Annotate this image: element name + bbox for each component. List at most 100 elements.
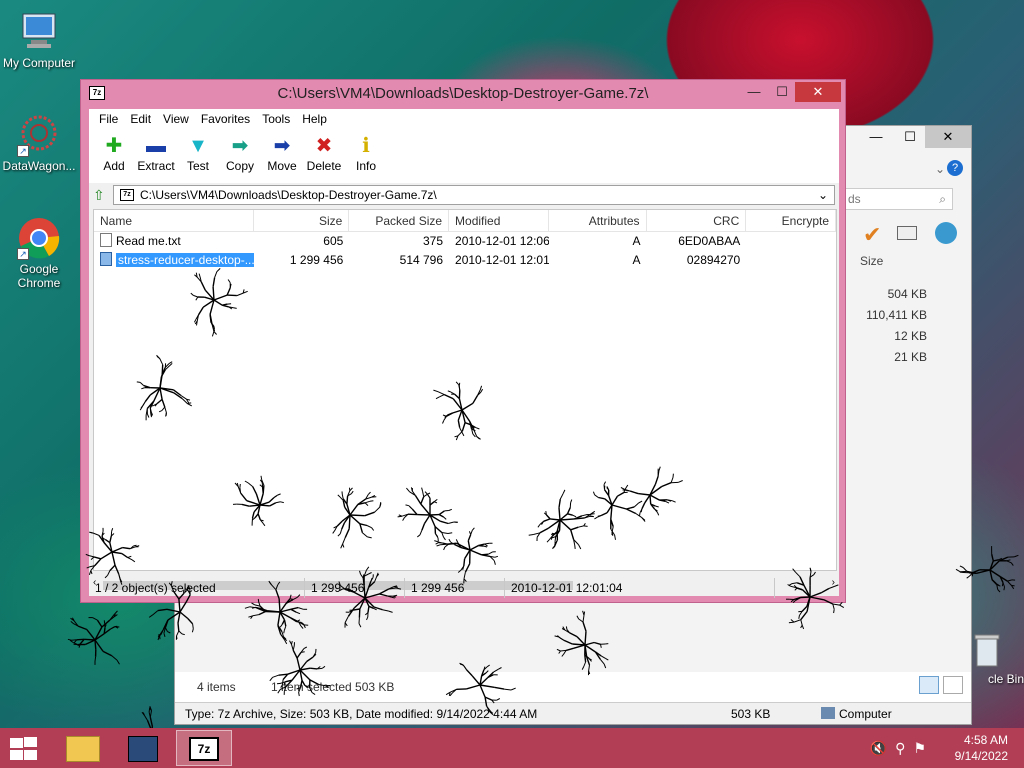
properties-icon[interactable]	[897, 226, 917, 240]
file-attributes: A	[632, 253, 641, 267]
menu-file[interactable]: File	[93, 112, 124, 126]
checkmark-icon[interactable]: ✔	[863, 222, 881, 248]
list-item[interactable]: Read me.txt 605 375 2010-12-01 12:06 A 6…	[94, 232, 836, 251]
close-button[interactable]: ✕	[925, 126, 971, 148]
x-icon: ✖	[315, 135, 333, 157]
chevron-down-icon[interactable]: ⌄	[818, 188, 828, 202]
column-header-name[interactable]: Name	[94, 210, 254, 232]
arrow-right-icon: ➡	[273, 135, 291, 157]
desktop-icon-label: My Computer	[2, 56, 76, 70]
column-header-modified[interactable]: Modified	[449, 210, 549, 232]
size-column: 504 KB 110,411 KB 12 KB 21 KB	[866, 284, 927, 368]
file-crc: 6ED0ABAA	[678, 234, 741, 248]
taskbar-7zip[interactable]: 7z	[176, 730, 232, 766]
info-button[interactable]: ℹ Info	[345, 129, 387, 183]
menu-bar: File Edit View Favorites Tools Help	[89, 109, 839, 129]
extract-label: Extract	[137, 159, 175, 173]
sevenzip-titlebar[interactable]: 7z C:\Users\VM4\Downloads\Desktop-Destro…	[81, 80, 845, 108]
copy-button[interactable]: ➡ Copy	[219, 129, 261, 183]
column-header-encrypted[interactable]: Encrypte	[746, 210, 836, 232]
menu-tools[interactable]: Tools	[256, 112, 296, 126]
menu-edit[interactable]: Edit	[124, 112, 157, 126]
search-box[interactable]: ds ⌕	[843, 188, 953, 210]
file-list[interactable]: Name Size Packed Size Modified Attribute…	[93, 209, 837, 571]
test-label: Test	[186, 159, 209, 173]
sevenzip-icon: 7z	[189, 737, 219, 761]
maximize-button[interactable]: ☐	[769, 82, 795, 102]
check-icon: ▼	[188, 135, 208, 157]
details-view-icon[interactable]	[919, 676, 939, 694]
column-header-attributes[interactable]: Attributes	[549, 210, 647, 232]
close-button[interactable]: ✕	[795, 82, 841, 102]
status-size: 503 KB	[731, 707, 771, 721]
address-path: C:\Users\VM4\Downloads\Desktop-Destroyer…	[140, 188, 437, 202]
desktop-icon-my-computer[interactable]: My Computer	[0, 10, 78, 70]
windows-logo-icon	[10, 738, 23, 748]
desktop-icon-datawagon[interactable]: ↗ DataWagon...	[0, 113, 78, 173]
taskbar-desktop-destroyer[interactable]	[116, 730, 172, 766]
add-button[interactable]: ✚ Add	[93, 129, 135, 183]
column-header-size[interactable]: Size	[860, 254, 883, 268]
column-header-packed-size[interactable]: Packed Size	[349, 210, 450, 232]
clock[interactable]: 4:58 AM 9/14/2022	[955, 732, 1008, 764]
tiles-view-icon[interactable]	[943, 676, 963, 694]
explorer-statusbar: Type: 7z Archive, Size: 503 KB, Date mod…	[175, 702, 971, 724]
file-modified: 2010-12-01 12:01	[455, 253, 549, 267]
copy-label: Copy	[225, 159, 254, 173]
system-tray: 🔇⚲⚑	[870, 740, 934, 757]
taskbar-file-explorer[interactable]	[56, 730, 112, 766]
sevenzip-client: File Edit View Favorites Tools Help ✚ Ad…	[89, 109, 839, 598]
move-button[interactable]: ➡ Move	[261, 129, 303, 183]
search-input: ds	[848, 192, 861, 206]
address-bar: ⇧ 7z C:\Users\VM4\Downloads\Desktop-Dest…	[89, 183, 839, 207]
action-center-icon[interactable]: ⚑	[913, 740, 934, 756]
start-button[interactable]	[8, 736, 38, 760]
executable-file-icon	[100, 252, 112, 266]
menu-help[interactable]: Help	[296, 112, 333, 126]
items-bar: 4 items 1 item selected 503 KB	[175, 672, 971, 702]
menu-favorites[interactable]: Favorites	[195, 112, 256, 126]
desktop-icon-label: DataWagon...	[2, 159, 76, 173]
status-type: Type: 7z Archive, Size: 503 KB, Date mod…	[185, 707, 538, 721]
column-header-crc[interactable]: CRC	[647, 210, 747, 232]
volume-muted-icon[interactable]: 🔇	[870, 740, 895, 756]
help-icon[interactable]: ?	[947, 160, 963, 176]
folder-icon	[66, 736, 100, 762]
desktop-icon-google-chrome[interactable]: ↗ Google Chrome	[0, 216, 78, 290]
column-header-size[interactable]: Size	[254, 210, 350, 232]
extract-button[interactable]: ▬ Extract	[135, 129, 177, 183]
maximize-button[interactable]: ☐	[895, 126, 925, 148]
ribbon-expand-icon[interactable]: ⌄	[935, 162, 945, 176]
file-packed-size: 375	[423, 234, 444, 248]
address-field[interactable]: 7z C:\Users\VM4\Downloads\Desktop-Destro…	[113, 185, 835, 205]
sevenzip-window[interactable]: 7z C:\Users\VM4\Downloads\Desktop-Destro…	[80, 79, 846, 603]
minimize-button[interactable]: —	[741, 82, 767, 102]
minimize-button[interactable]: —	[861, 126, 891, 148]
test-button[interactable]: ▼ Test	[177, 129, 219, 183]
recycle-bin-icon	[972, 630, 1002, 670]
file-name: Read me.txt	[116, 234, 181, 248]
computer-icon	[821, 707, 835, 719]
clock-time: 4:58 AM	[963, 733, 1008, 747]
file-size: 110,411 KB	[866, 308, 927, 322]
network-icon[interactable]: ⚲	[895, 740, 913, 756]
computer-icon	[17, 10, 61, 54]
globe-icon[interactable]	[935, 222, 957, 244]
file-encrypted	[746, 232, 836, 251]
items-count: 4 items	[197, 680, 236, 694]
delete-button[interactable]: ✖ Delete	[303, 129, 345, 183]
menu-view[interactable]: View	[157, 112, 195, 126]
up-folder-icon[interactable]: ⇧	[93, 187, 113, 204]
shortcut-arrow-icon: ↗	[17, 145, 29, 157]
datawagon-icon: ↗	[17, 113, 61, 157]
delete-label: Delete	[306, 159, 342, 173]
crack-mark	[67, 610, 120, 665]
info-icon: ℹ	[362, 135, 370, 157]
list-item-selected[interactable]: stress-reducer-desktop-... 1 299 456 514…	[94, 251, 836, 270]
file-size: 605	[323, 234, 344, 248]
info-label: Info	[355, 159, 376, 173]
desktop-icon-label: Google Chrome	[17, 262, 61, 290]
file-size: 12 KB	[894, 329, 927, 343]
items-selected: 1 item selected 503 KB	[271, 680, 395, 694]
status-location: Computer	[839, 707, 892, 721]
